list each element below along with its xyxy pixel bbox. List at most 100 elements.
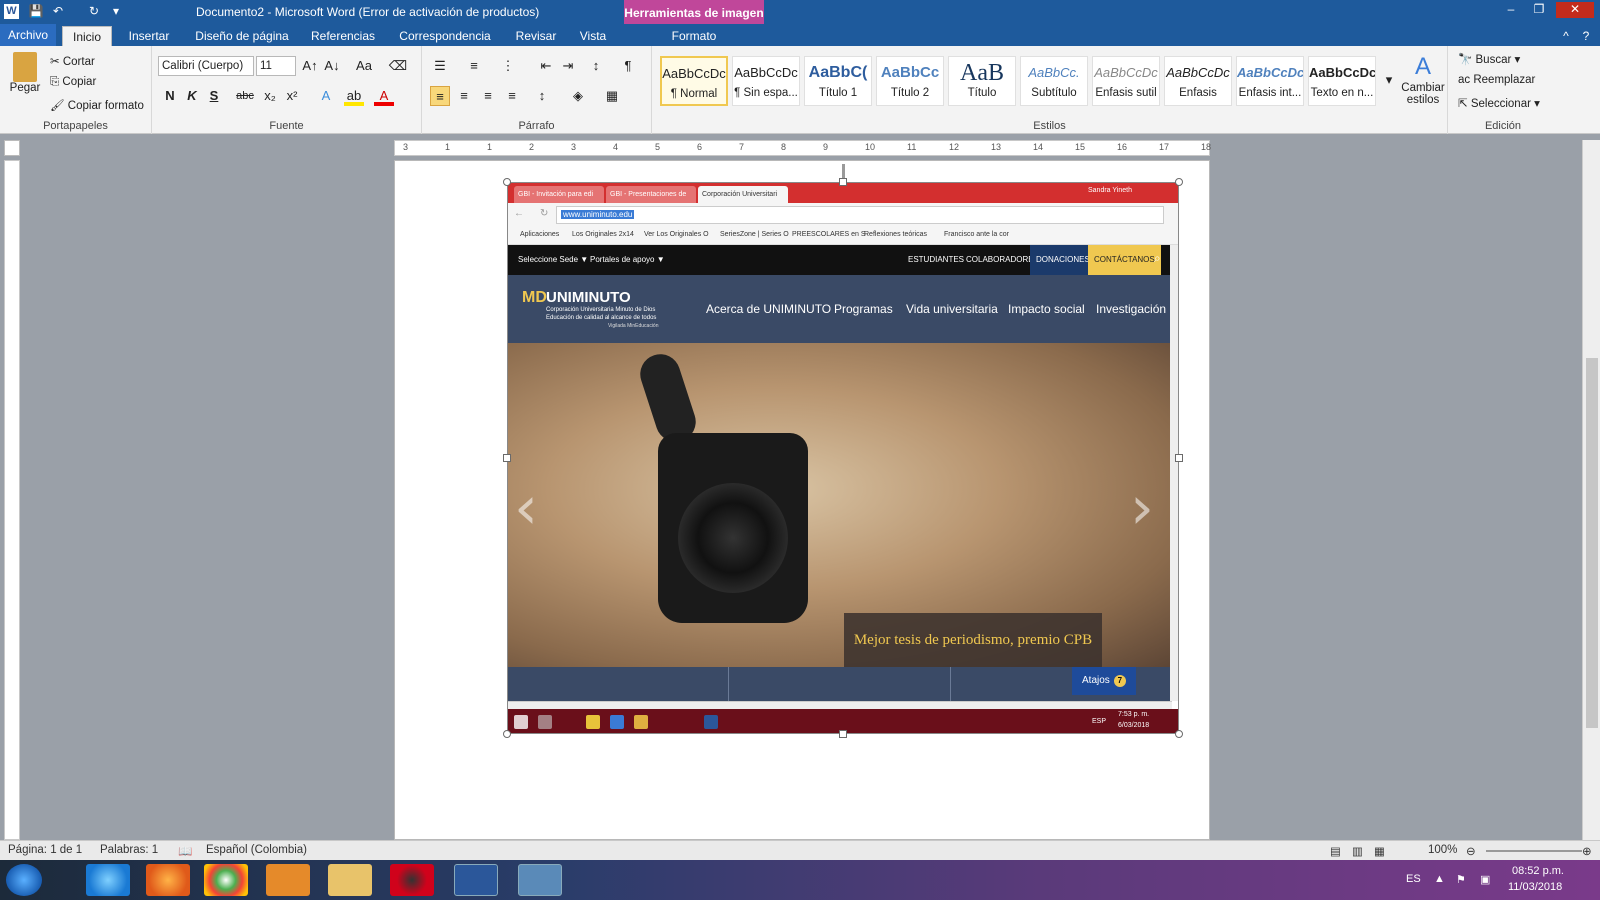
style-enfasis-sutil[interactable]: AaBbCcDc Énfasis sutil — [1092, 56, 1160, 106]
proofing-icon[interactable]: 📖 — [178, 844, 192, 858]
style-titulo-1[interactable]: AaBbC(Título 1 — [804, 56, 872, 106]
zoom-level[interactable]: 100% — [1428, 844, 1457, 856]
line-spacing-icon[interactable]: ↕ — [532, 86, 552, 106]
horizontal-ruler[interactable]: 3 1 1 2 3 4 5 6 7 8 9 10 11 12 13 14 15 16 17 18 — [394, 140, 1211, 156]
font-size-combo[interactable]: 11 — [256, 56, 296, 76]
paste-button[interactable]: Pegar — [8, 52, 42, 94]
inserted-screenshot-image[interactable]: GBI - Invitación para edi GBI - Presenta… — [507, 182, 1179, 734]
word-app-icon[interactable]: W — [4, 4, 19, 19]
style-sin-espaciado[interactable]: AaBbCcDc ¶ Sin espa... — [732, 56, 800, 106]
scroll-thumb[interactable] — [1586, 358, 1598, 728]
grow-font-icon[interactable]: A↑ — [300, 56, 320, 76]
word-count[interactable]: Palabras: 1 — [100, 844, 158, 856]
resize-handle-ne[interactable] — [1175, 178, 1183, 186]
print-layout-icon[interactable]: ▤ — [1330, 844, 1341, 858]
word-taskbar-icon[interactable] — [454, 864, 498, 896]
style-normal[interactable]: AaBbCcDc ¶ Normal — [660, 56, 728, 106]
zoom-slider[interactable] — [1486, 850, 1582, 852]
align-right-icon[interactable]: ≡ — [478, 86, 498, 106]
language-indicator[interactable]: Español (Colombia) — [206, 844, 307, 856]
tab-correspondencia[interactable]: Correspondencia — [394, 26, 496, 46]
start-button-icon[interactable] — [6, 864, 42, 896]
minimize-ribbon-icon[interactable]: ^ — [1558, 26, 1574, 46]
cut-button[interactable]: ✂ Cortar — [50, 54, 95, 68]
style-titulo[interactable]: AaB Título — [948, 56, 1016, 106]
tray-time[interactable]: 08:52 p.m. — [1512, 865, 1564, 877]
tab-revisar[interactable]: Revisar — [510, 26, 562, 46]
opera-icon[interactable] — [390, 864, 434, 896]
save-icon[interactable]: 💾 — [28, 3, 44, 19]
change-case-button[interactable]: Aa — [352, 56, 376, 76]
subscript-button[interactable]: x₂ — [260, 86, 280, 106]
customize-quick-access-icon[interactable]: ▾ — [108, 3, 124, 19]
tab-archivo[interactable]: Archivo — [0, 24, 56, 46]
style-enfasis-intenso[interactable]: AaBbCcDc Énfasis int... — [1236, 56, 1304, 106]
image-viewer-icon[interactable] — [518, 864, 562, 896]
copy-button[interactable]: ⎘ Copiar — [50, 76, 96, 89]
decrease-indent-icon[interactable]: ⇤ — [536, 56, 556, 76]
resize-handle-e[interactable] — [1175, 454, 1183, 462]
page-count[interactable]: Página: 1 de 1 — [8, 844, 82, 856]
tray-language[interactable]: ES — [1406, 873, 1421, 885]
undo-icon[interactable]: ↶ — [50, 3, 66, 19]
tab-selector[interactable] — [4, 140, 20, 156]
bullets-icon[interactable]: ☰ — [430, 56, 450, 76]
show-marks-button[interactable]: ¶ — [618, 56, 638, 76]
styles-scroll-icon[interactable]: ▾ — [1382, 70, 1396, 90]
shrink-font-icon[interactable]: A↓ — [322, 56, 342, 76]
full-screen-reading-icon[interactable]: ▥ — [1352, 844, 1363, 858]
select-button[interactable]: ⇱ Seleccionar ▾ — [1458, 96, 1540, 110]
style-titulo-2[interactable]: AaBbCc Título 2 — [876, 56, 944, 106]
style-subtitulo[interactable]: AaBbCc. Subtítulo — [1020, 56, 1088, 106]
tab-vista[interactable]: Vista — [572, 26, 614, 46]
clear-format-icon[interactable]: ⌫ — [388, 56, 408, 76]
text-effects-icon[interactable]: A — [316, 86, 336, 106]
close-button[interactable]: ✕ — [1556, 2, 1594, 18]
font-color-icon[interactable]: A — [374, 86, 394, 106]
zoom-out-icon[interactable]: ⊖ — [1466, 844, 1476, 858]
resize-handle-s[interactable] — [839, 730, 847, 738]
tab-inicio[interactable]: Inicio — [62, 26, 112, 46]
zoom-in-icon[interactable]: ⊕ — [1582, 844, 1592, 858]
align-center-icon[interactable]: ≡ — [454, 86, 474, 106]
restore-button[interactable]: ❐ — [1526, 2, 1552, 18]
sort-icon[interactable]: ↕ — [586, 56, 606, 76]
tab-diseno-pagina[interactable]: Diseño de página — [188, 26, 296, 46]
style-texto-negrita[interactable]: AaBbCcDc Texto en n... — [1308, 56, 1376, 106]
vertical-scrollbar[interactable] — [1582, 140, 1600, 840]
help-icon[interactable]: ? — [1578, 26, 1594, 46]
chrome-icon[interactable] — [204, 864, 248, 896]
flag-icon[interactable]: ⚑ — [1456, 873, 1466, 886]
resize-handle-se[interactable] — [1175, 730, 1183, 738]
numbering-icon[interactable]: ≡ — [464, 56, 484, 76]
multilevel-list-icon[interactable]: ⋮ — [498, 56, 518, 76]
shading-icon[interactable]: ◈ — [568, 86, 588, 106]
network-icon[interactable]: ▣ — [1480, 873, 1490, 886]
style-enfasis[interactable]: AaBbCcDc Énfasis — [1164, 56, 1232, 106]
italic-button[interactable]: K — [182, 86, 202, 106]
web-layout-icon[interactable]: ▦ — [1374, 844, 1385, 858]
bold-button[interactable]: N — [160, 86, 180, 106]
tray-expand-icon[interactable]: ▲ — [1434, 873, 1445, 885]
align-left-icon[interactable]: ≡ — [430, 86, 450, 106]
find-button[interactable]: 🔭 Buscar ▾ — [1458, 52, 1520, 66]
change-styles-button[interactable]: A Cambiar estilos — [1400, 52, 1446, 106]
resize-handle-nw[interactable] — [503, 178, 511, 186]
tab-formato[interactable]: Formato — [624, 26, 764, 46]
internet-explorer-icon[interactable] — [86, 864, 130, 896]
tab-referencias[interactable]: Referencias — [306, 26, 380, 46]
resize-handle-w[interactable] — [503, 454, 511, 462]
resize-handle-n[interactable] — [839, 178, 847, 186]
highlight-icon[interactable]: ab — [344, 86, 364, 106]
redo-icon[interactable]: ↻ — [86, 3, 102, 19]
tab-insertar[interactable]: Insertar — [120, 26, 178, 46]
font-name-combo[interactable]: Calibri (Cuerpo) — [158, 56, 254, 76]
file-explorer-icon[interactable] — [328, 864, 372, 896]
strikethrough-button[interactable]: abc — [232, 86, 258, 106]
underline-button[interactable]: S — [204, 86, 224, 106]
minimize-button[interactable]: – — [1498, 2, 1524, 18]
vertical-ruler[interactable] — [4, 160, 20, 840]
superscript-button[interactable]: x² — [282, 86, 302, 106]
borders-icon[interactable]: ▦ — [602, 86, 622, 106]
justify-icon[interactable]: ≡ — [502, 86, 522, 106]
